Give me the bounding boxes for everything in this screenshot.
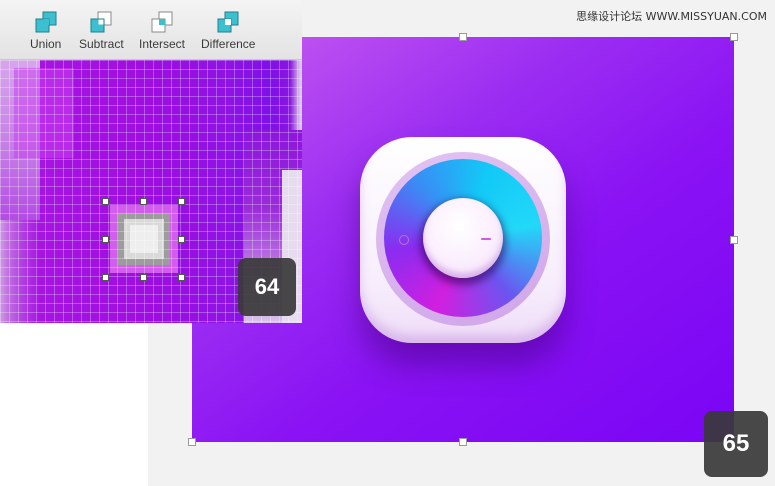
intersect-label: Intersect [139,37,186,51]
subtract-icon [90,11,112,33]
zoom-handle-tl[interactable] [102,198,109,205]
knob-dash-marker [481,238,491,240]
selection-handle-top-center[interactable] [459,33,467,41]
subtract-label: Subtract [79,37,124,51]
zoom-handle-ml[interactable] [102,236,109,243]
step-badge-zoom: 64 [238,258,296,316]
zoom-handle-bc[interactable] [140,274,147,281]
dial-circle-marker [399,235,409,245]
union-icon [35,11,57,33]
zoom-handle-br[interactable] [178,274,185,281]
zoom-handle-tc[interactable] [140,198,147,205]
intersect-button[interactable]: Intersect [139,10,185,51]
difference-button[interactable]: Difference [201,10,255,51]
subtract-button[interactable]: Subtract [79,10,124,51]
union-button[interactable]: Union [30,10,61,51]
dial-knob[interactable] [423,198,503,278]
watermark-text: 思缘设计论坛 WWW.MISSYUAN.COM [576,10,767,23]
boolean-toolbar: Union Subtract Intersect Difference [0,0,302,60]
difference-icon [217,11,239,33]
selection-handle-middle-right[interactable] [730,236,738,244]
step-badge-canvas: 65 [704,411,768,477]
zoom-handle-bl[interactable] [102,274,109,281]
selection-handle-bottom-left[interactable] [188,438,196,446]
union-label: Union [30,37,62,51]
intersect-icon [151,11,173,33]
selection-handle-top-right[interactable] [730,33,738,41]
selection-handle-bottom-center[interactable] [459,438,467,446]
zoom-handle-tr[interactable] [178,198,185,205]
zoom-handle-mr[interactable] [178,236,185,243]
difference-label: Difference [201,37,256,51]
